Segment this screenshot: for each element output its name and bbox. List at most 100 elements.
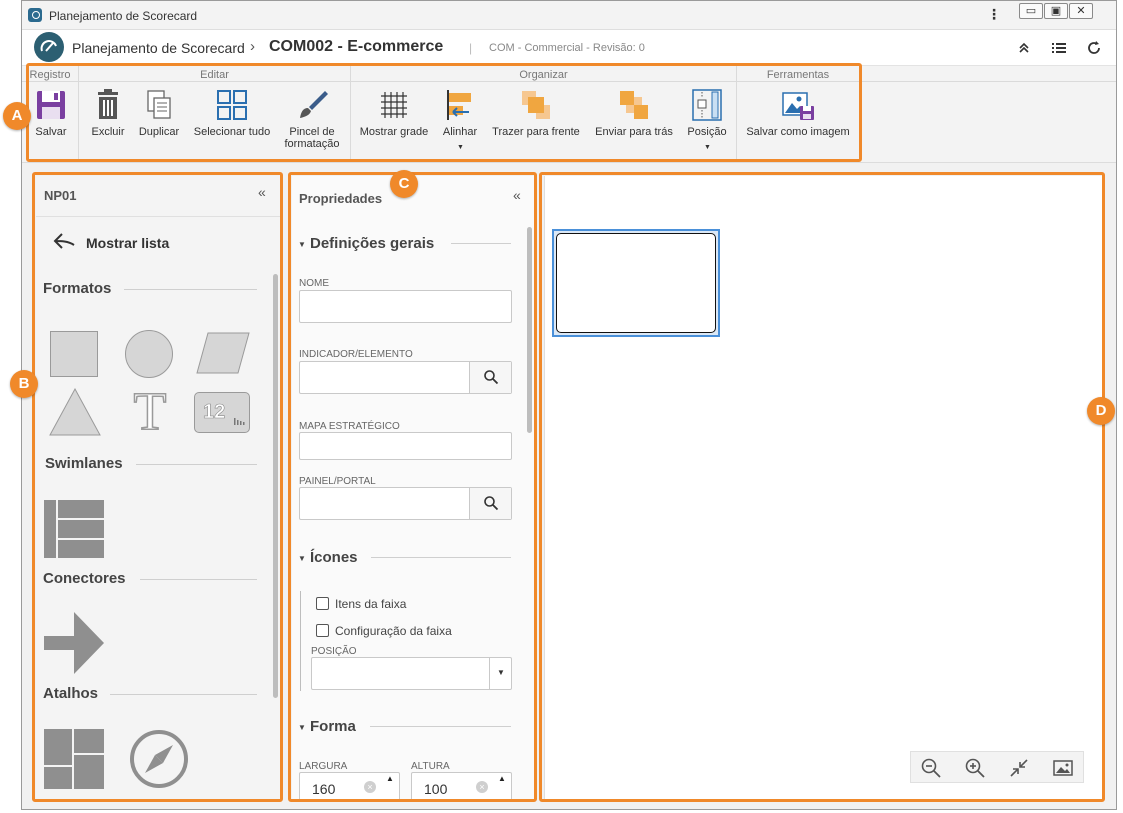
- gauge-icon: [40, 40, 57, 52]
- panel-search-button[interactable]: [469, 488, 511, 519]
- compass-shortcut-shape[interactable]: [129, 729, 189, 789]
- scrollbar[interactable]: [527, 227, 532, 433]
- annotation-badge-a: A: [3, 102, 31, 130]
- list-icon[interactable]: [1050, 39, 1068, 57]
- select-all-label: Selecionar tudo: [193, 126, 271, 138]
- collapse-panel-icon[interactable]: «: [513, 187, 521, 203]
- clear-icon[interactable]: ×: [476, 781, 488, 793]
- width-input[interactable]: 160 × ▲: [299, 772, 400, 802]
- section-swimlanes: Swimlanes: [45, 455, 123, 472]
- align-icon: [447, 90, 471, 120]
- zoom-toolbar: [910, 751, 1084, 783]
- section-conectores: Conectores: [43, 570, 126, 587]
- section-rule: [370, 726, 511, 727]
- dashboard-shortcut-shape[interactable]: [44, 729, 104, 789]
- indicator-shape[interactable]: 12: [194, 392, 250, 433]
- image-icon[interactable]: [1052, 757, 1074, 779]
- save-image-icon: [782, 92, 814, 120]
- itens-label: Itens da faixa: [335, 597, 407, 611]
- show-grid-label: Mostrar grade: [359, 126, 429, 138]
- section-definicoes[interactable]: Definições gerais: [310, 235, 434, 252]
- title-bar: Planejamento de Scorecard ⋮ ▭ ▣ ✕: [22, 1, 1116, 30]
- section-toggle-icon[interactable]: ▼: [298, 554, 306, 563]
- duplicate-button[interactable]: Duplicar: [134, 88, 184, 158]
- rectangle-shape[interactable]: [556, 233, 716, 333]
- group-separator: [859, 66, 860, 161]
- restore-icon: ▣: [1050, 5, 1062, 17]
- minimize-button[interactable]: ▭: [1019, 3, 1043, 19]
- app-logo: [34, 32, 64, 62]
- bring-to-front-button[interactable]: Trazer para frente: [490, 88, 582, 158]
- circle-shape[interactable]: [125, 330, 173, 378]
- close-icon: ✕: [1076, 5, 1086, 17]
- close-button[interactable]: ✕: [1069, 3, 1093, 19]
- config-checkbox[interactable]: [316, 624, 329, 637]
- delete-button[interactable]: Excluir: [83, 88, 133, 158]
- stepper-up-icon[interactable]: ▲: [498, 774, 506, 783]
- save-button[interactable]: Salvar: [26, 88, 76, 158]
- save-as-image-button[interactable]: Salvar como imagem: [742, 88, 854, 158]
- swimlane-shape[interactable]: [44, 500, 104, 558]
- zoom-in-icon[interactable]: [964, 757, 986, 779]
- diagram-canvas[interactable]: [544, 176, 1102, 799]
- square-shape[interactable]: [50, 331, 98, 377]
- bar-chart-icon: [234, 418, 245, 425]
- annotation-badge-c: C: [390, 170, 418, 198]
- stepper-up-icon[interactable]: ▲: [386, 774, 394, 783]
- collapse-up-icon[interactable]: [1015, 39, 1033, 57]
- parallelogram-shape[interactable]: [196, 332, 250, 374]
- back-arrow-icon[interactable]: [53, 232, 77, 250]
- section-toggle-icon[interactable]: ▼: [298, 723, 306, 732]
- panel-title: Propriedades: [299, 191, 383, 206]
- minimize-icon: ▭: [1025, 5, 1037, 17]
- section-rule: [371, 557, 511, 558]
- restore-button[interactable]: ▣: [1044, 3, 1068, 19]
- height-value: 100: [424, 781, 448, 797]
- label-altura: ALTURA: [411, 761, 450, 772]
- save-label: Salvar: [35, 126, 67, 138]
- format-painter-label: Pincel de formatação: [284, 126, 340, 150]
- group-label-rule: [22, 66, 1116, 82]
- search-icon: [484, 496, 499, 511]
- clear-icon[interactable]: ×: [364, 781, 376, 793]
- strategic-map-input[interactable]: [299, 432, 512, 460]
- section-toggle-icon[interactable]: ▼: [298, 240, 306, 249]
- name-input[interactable]: [299, 290, 512, 323]
- section-rule: [136, 464, 257, 465]
- annotation-badge-d: D: [1087, 397, 1115, 425]
- breadcrumb-app[interactable]: Planejamento de Scorecard: [72, 40, 245, 56]
- refresh-icon[interactable]: [1085, 39, 1103, 57]
- section-atalhos: Atalhos: [43, 685, 99, 702]
- show-list-link[interactable]: Mostrar lista: [86, 235, 169, 251]
- height-input[interactable]: 100 × ▲: [411, 772, 512, 802]
- indicator-input[interactable]: [299, 361, 512, 394]
- scrollbar[interactable]: [273, 274, 278, 698]
- panel-portal-input[interactable]: [299, 487, 512, 520]
- position-dropdown[interactable]: Posição ▼: [682, 88, 732, 158]
- fit-to-screen-icon[interactable]: [1008, 757, 1030, 779]
- zoom-out-icon[interactable]: [920, 757, 942, 779]
- send-to-back-icon: [620, 91, 648, 119]
- divider: [36, 216, 282, 217]
- section-forma[interactable]: Forma: [310, 718, 356, 735]
- align-dropdown[interactable]: Alinhar ▼: [436, 88, 484, 158]
- selected-shape-frame[interactable]: [552, 229, 720, 337]
- annotation-badge-b: B: [10, 370, 38, 398]
- text-shape[interactable]: T: [128, 383, 172, 439]
- indicator-search-button[interactable]: [469, 362, 511, 393]
- arrow-connector-shape[interactable]: [44, 612, 104, 674]
- save-as-image-label: Salvar como imagem: [746, 126, 850, 138]
- shapes-panel: NP01 « Mostrar lista Formatos T 12 Swiml…: [36, 176, 282, 799]
- collapse-panel-icon[interactable]: «: [258, 184, 266, 200]
- more-options-icon[interactable]: ⋮: [987, 7, 1001, 21]
- show-grid-button[interactable]: Mostrar grade: [357, 88, 431, 158]
- section-icones[interactable]: Ícones: [310, 549, 358, 566]
- send-to-back-button[interactable]: Enviar para trás: [590, 88, 678, 158]
- itens-checkbox[interactable]: [316, 597, 329, 610]
- triangle-shape[interactable]: [49, 388, 101, 436]
- format-painter-button[interactable]: Pincel de formatação: [279, 88, 345, 158]
- select-all-button[interactable]: Selecionar tudo: [190, 88, 274, 158]
- position-select[interactable]: ▼: [311, 657, 512, 690]
- select-arrow[interactable]: ▼: [489, 658, 511, 689]
- group-separator: [78, 66, 79, 161]
